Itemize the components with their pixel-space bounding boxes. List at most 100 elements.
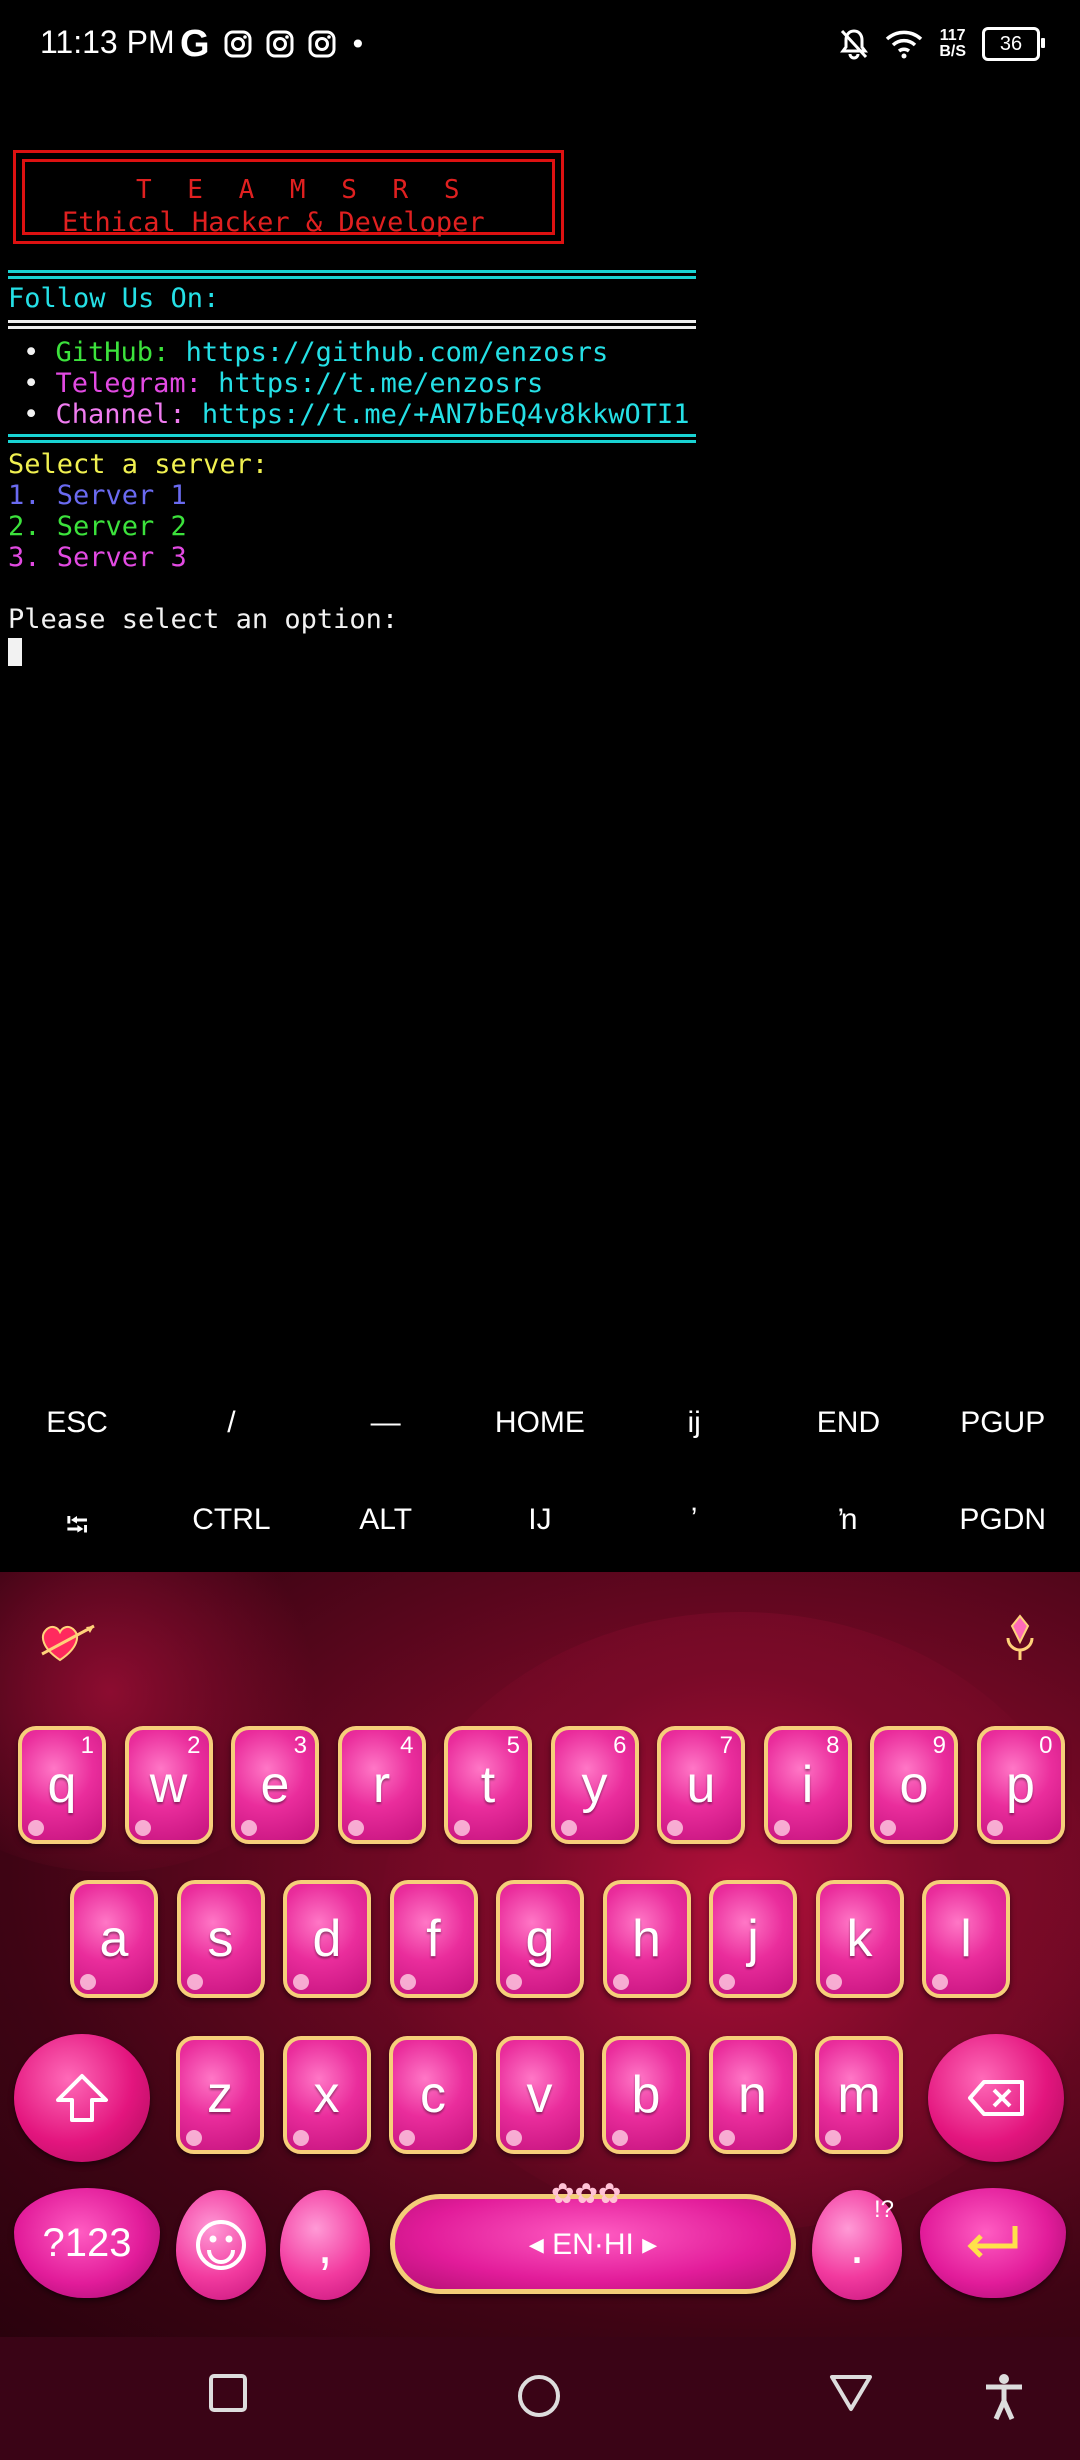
battery-icon: 36: [982, 27, 1045, 61]
key-esc[interactable]: ESC: [0, 1406, 154, 1440]
rose-ornament-icon: [612, 1974, 629, 1990]
terminal-output[interactable]: T E A M S R S Ethical Hacker & Developer…: [8, 150, 1072, 666]
bell-off-icon: [840, 29, 869, 60]
key-slash[interactable]: /: [154, 1406, 308, 1440]
rose-ornament-icon: [347, 1820, 364, 1836]
key-l[interactable]: l: [922, 1880, 1010, 1998]
period-key[interactable]: . !?: [812, 2190, 902, 2300]
google-icon: G: [180, 22, 210, 65]
recents-icon[interactable]: [208, 2373, 248, 2413]
extra-keys-row-1: ESC / — HOME ij END PGUP: [0, 1406, 1080, 1440]
back-icon[interactable]: [828, 2373, 874, 2413]
key-m[interactable]: m: [815, 2036, 903, 2154]
key-a[interactable]: a: [70, 1880, 158, 1998]
rose-ornament-icon: [932, 1974, 948, 1990]
key-v[interactable]: v: [495, 2036, 584, 2154]
status-bar: 11:13 PM G • 117 B/S 36: [0, 0, 1080, 92]
key-ij[interactable]: ij: [617, 1406, 771, 1440]
rose-ornament-icon: [506, 1974, 522, 1990]
channel-link[interactable]: https://t.me/+AN7bEQ4v8kkwOTI1: [202, 399, 690, 430]
rose-ornament-icon: [241, 1820, 257, 1836]
symbols-key[interactable]: ?123: [14, 2188, 160, 2298]
key-f[interactable]: f: [389, 1880, 478, 1998]
key-w[interactable]: w2: [124, 1726, 213, 1844]
space-key[interactable]: ✿✿✿ ◂ EN·HI ▸: [390, 2178, 796, 2294]
shift-icon: [56, 2074, 108, 2122]
link-github: • GitHub: https://github.com/enzosrs: [23, 337, 609, 368]
emoji-key[interactable]: [176, 2190, 266, 2300]
heart-arrow-icon[interactable]: [38, 1620, 98, 1675]
key-n-apostrophe[interactable]: ŉ: [771, 1503, 925, 1554]
smiley-icon: [196, 2220, 246, 2270]
key-p[interactable]: p0: [976, 1726, 1065, 1844]
extra-keys-row-2: ⭾ CTRL ALT IJ ʼ ŉ PGDN: [0, 1503, 1080, 1554]
key-h[interactable]: h: [602, 1880, 691, 1998]
rose-ornament-icon: [80, 1974, 96, 1990]
key-b[interactable]: b: [602, 2036, 690, 2154]
key-i[interactable]: i8: [763, 1726, 852, 1844]
key-end[interactable]: END: [771, 1406, 925, 1440]
key-z[interactable]: z: [176, 2036, 264, 2154]
github-link[interactable]: https://github.com/enzosrs: [186, 337, 609, 368]
key-apostrophe[interactable]: ʼ: [617, 1503, 771, 1554]
divider: [8, 434, 696, 443]
key-t[interactable]: t5: [444, 1726, 532, 1844]
key-alt[interactable]: ALT: [309, 1503, 463, 1554]
rose-ornament-icon: [134, 1820, 151, 1836]
key-q[interactable]: q1: [18, 1726, 106, 1844]
backspace-key[interactable]: [928, 2034, 1064, 2162]
rose-ornament-icon: [612, 2130, 628, 2146]
team-banner: T E A M S R S Ethical Hacker & Developer: [13, 150, 564, 244]
enter-key[interactable]: [920, 2188, 1066, 2298]
key-y[interactable]: y6: [550, 1726, 639, 1844]
navigation-bar: [0, 2337, 1080, 2460]
key-n[interactable]: n: [708, 2036, 797, 2154]
key-tab[interactable]: ⭾: [0, 1503, 154, 1554]
key-dash[interactable]: —: [309, 1406, 463, 1440]
rose-ornament-icon: [399, 1974, 416, 1990]
key-home[interactable]: HOME: [463, 1406, 617, 1440]
notification-icons: G •: [180, 22, 366, 65]
rose-ornament-icon: [293, 1974, 309, 1990]
rose-ornament-icon: [292, 2130, 309, 2146]
key-r[interactable]: r4: [337, 1726, 426, 1844]
key-d[interactable]: d: [283, 1880, 371, 1998]
key-ctrl[interactable]: CTRL: [154, 1503, 308, 1554]
rose-ornament-icon: [667, 1820, 683, 1836]
backspace-icon: [968, 2080, 1024, 2116]
key-s[interactable]: s: [176, 1880, 265, 1998]
telegram-link[interactable]: https://t.me/enzosrs: [218, 368, 543, 399]
link-telegram: • Telegram: https://t.me/enzosrs: [23, 368, 544, 399]
rose-ornament-icon: [186, 2130, 202, 2146]
key-o[interactable]: o9: [870, 1726, 958, 1844]
network-speed: 117 B/S: [939, 27, 966, 60]
microphone-icon[interactable]: [1000, 1614, 1040, 1674]
instagram-icon: [308, 30, 336, 58]
link-channel: • Channel: https://t.me/+AN7bEQ4v8kkwOTI…: [23, 399, 690, 430]
comma-key[interactable]: ,: [280, 2190, 370, 2300]
rose-ornament-icon: [880, 1820, 896, 1836]
status-time: 11:13 PM: [40, 24, 175, 60]
key-g[interactable]: g: [496, 1880, 584, 1998]
key-x[interactable]: x: [282, 2036, 371, 2154]
key-e[interactable]: e3: [231, 1726, 319, 1844]
divider: [8, 320, 696, 329]
accessibility-icon[interactable]: [984, 2373, 1024, 2421]
server-option-2: 2. Server 2: [8, 511, 187, 542]
key-k[interactable]: k: [815, 1880, 904, 1998]
key-pgdn[interactable]: PGDN: [926, 1503, 1080, 1554]
key-c[interactable]: c: [389, 2036, 477, 2154]
shift-key[interactable]: [14, 2034, 150, 2162]
rose-ornament-icon: [719, 1974, 735, 1990]
key-u[interactable]: u7: [657, 1726, 745, 1844]
text-cursor: [8, 637, 22, 666]
instagram-icon: [224, 30, 252, 58]
enter-icon: [967, 2226, 1018, 2258]
key-j[interactable]: j: [709, 1880, 797, 1998]
home-icon[interactable]: [516, 2373, 562, 2419]
rose-ornament-icon: [28, 1820, 44, 1836]
key-pgup[interactable]: PGUP: [926, 1406, 1080, 1440]
rose-ornament-icon: [986, 1820, 1003, 1836]
key-ij-upper[interactable]: IJ: [463, 1503, 617, 1554]
select-heading: Select a server:: [8, 449, 269, 480]
